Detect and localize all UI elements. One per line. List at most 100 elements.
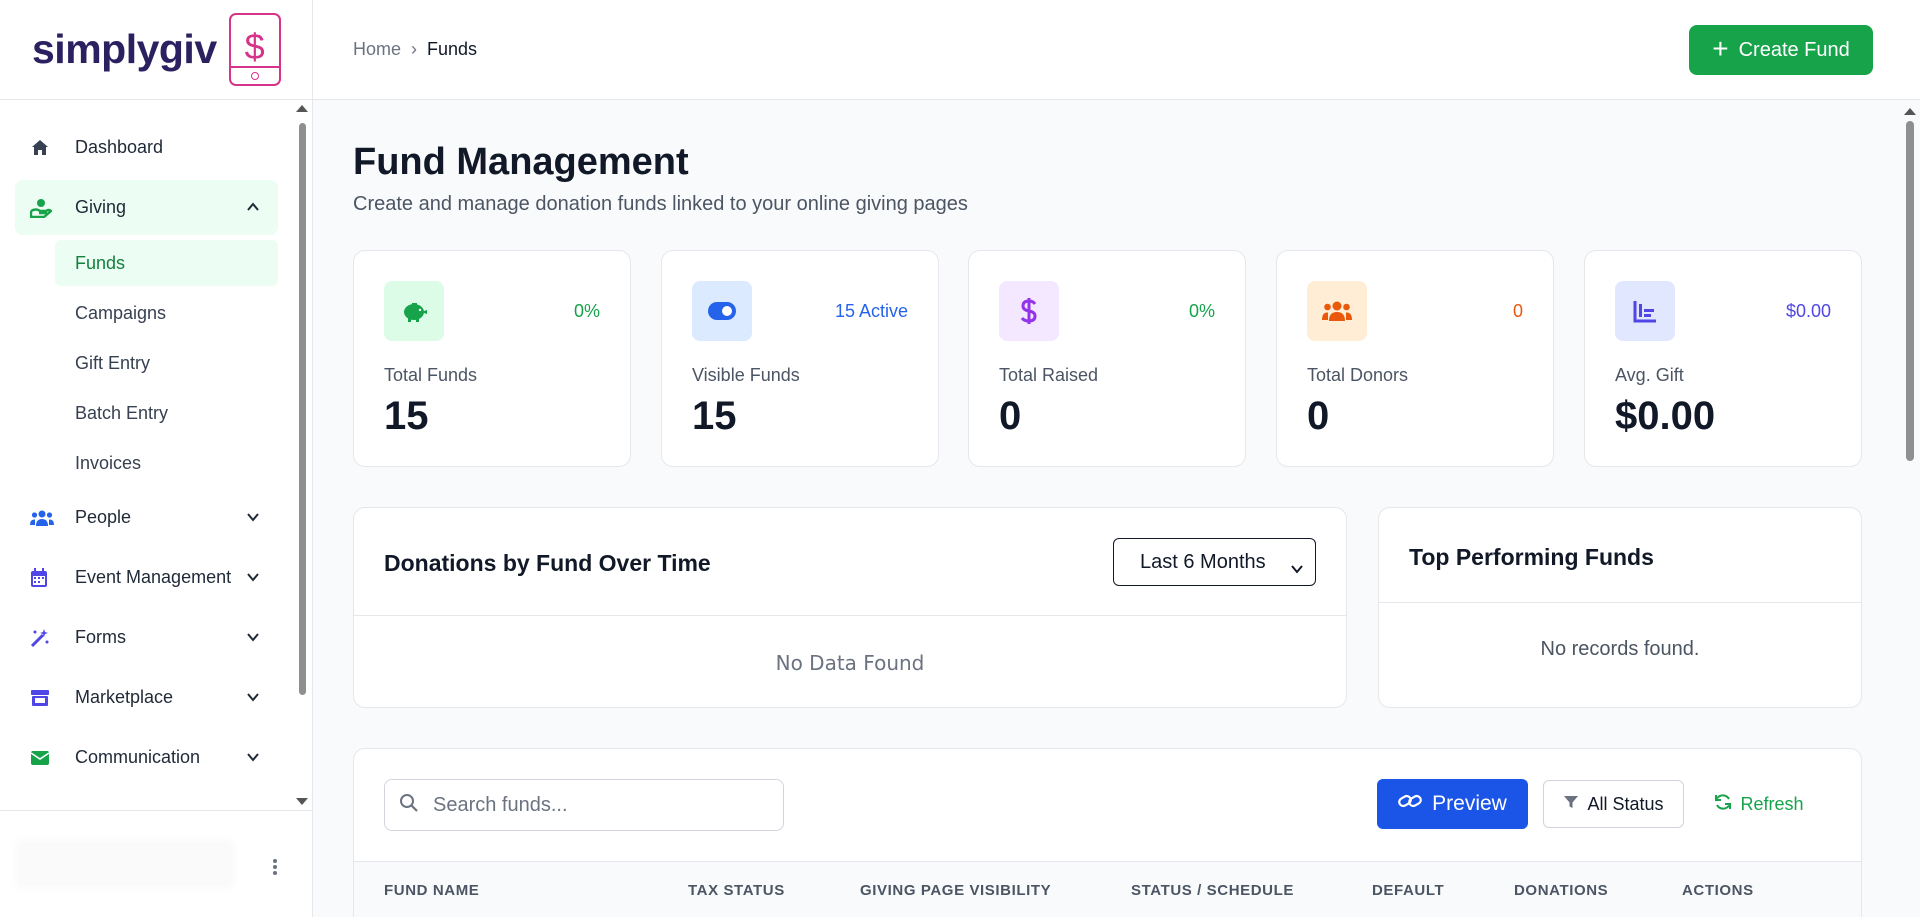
search-icon <box>399 793 419 818</box>
status-filter-button[interactable]: All Status <box>1543 780 1684 828</box>
home-icon <box>30 138 60 158</box>
donations-chart-title: Donations by Fund Over Time <box>384 550 711 576</box>
create-fund-button[interactable]: + Create Fund <box>1689 25 1873 75</box>
stat-card-total-donors: 0 Total Donors 0 <box>1276 250 1554 467</box>
funds-table-card: Search funds... Preview All Status Refre… <box>353 748 1862 917</box>
sidebar-item-label: Communication <box>75 747 201 767</box>
sidebar-item-label: Giving <box>75 197 127 217</box>
donations-chart-card: Donations by Fund Over Time Last 6 Month… <box>353 507 1347 708</box>
breadcrumb-current: Funds <box>427 39 478 59</box>
stat-value: 0 <box>999 394 1022 438</box>
sidebar-item-dashboard[interactable]: Dashboard <box>15 120 278 175</box>
stat-badge: 0 <box>1512 301 1523 321</box>
sidebar-item-giving[interactable]: Giving <box>15 180 278 235</box>
sidebar-item-label: Dashboard <box>75 137 164 157</box>
logo[interactable]: simplygiv $ <box>0 0 312 100</box>
filter-icon <box>1563 794 1579 815</box>
users-icon <box>1307 281 1367 341</box>
stat-badge: 0% <box>1188 301 1215 321</box>
store-icon <box>30 688 60 708</box>
stat-card-avg-gift: $0.00 Avg. Gift $0.00 <box>1584 250 1862 467</box>
top-funds-empty: No records found. <box>1540 638 1700 660</box>
period-select-value: Last 6 Months <box>1140 550 1266 573</box>
phone-logo-icon: $ <box>228 13 281 86</box>
sidebar-item-forms[interactable]: Forms <box>15 610 278 665</box>
donations-chart-empty: No Data Found <box>775 651 925 675</box>
main-content: Fund Management Create and manage donati… <box>313 101 1920 917</box>
scrollbar-thumb[interactable] <box>299 123 306 695</box>
chevron-up-icon <box>246 200 260 219</box>
sidebar-item-communication[interactable]: Communication <box>15 730 278 785</box>
scroll-up-icon[interactable] <box>296 105 308 112</box>
period-select[interactable]: Last 6 Months <box>1113 538 1316 586</box>
scrollbar-thumb[interactable] <box>1906 121 1914 461</box>
stat-label: Avg. Gift <box>1615 365 1684 385</box>
user-panel[interactable] <box>0 810 313 917</box>
sidebar-item-event-management[interactable]: Event Management <box>15 550 278 605</box>
breadcrumb: Home › Funds <box>353 39 477 60</box>
plus-icon: + <box>1712 32 1729 64</box>
column-status-schedule[interactable]: STATUS / SCHEDULE <box>1131 882 1294 899</box>
refresh-button[interactable]: Refresh <box>1704 780 1814 828</box>
refresh-label: Refresh <box>1740 793 1804 814</box>
column-donations[interactable]: DONATIONS <box>1514 882 1608 899</box>
column-actions[interactable]: ACTIONS <box>1682 882 1754 899</box>
chevron-down-icon <box>246 570 260 589</box>
sidebar-subitem-funds[interactable]: Funds <box>55 240 278 286</box>
scroll-up-icon[interactable] <box>1904 108 1916 115</box>
users-icon <box>30 509 60 527</box>
phone-logo-glyph: $ <box>244 25 265 67</box>
chevron-down-icon <box>246 690 260 709</box>
stat-badge: 0% <box>573 301 600 321</box>
sidebar-subitem-invoices[interactable]: Invoices <box>55 440 278 486</box>
stat-value: 15 <box>692 394 737 438</box>
top-funds-card: Top Performing Funds No records found. <box>1378 507 1862 708</box>
scroll-down-icon[interactable] <box>296 798 308 805</box>
refresh-icon <box>1714 793 1732 816</box>
stat-label: Total Donors <box>1307 365 1409 385</box>
breadcrumb-home[interactable]: Home <box>353 39 401 60</box>
stat-card-total-raised: 0% Total Raised 0 <box>968 250 1246 467</box>
chevron-down-icon <box>1291 557 1303 580</box>
top-funds-title: Top Performing Funds <box>1409 544 1654 570</box>
column-tax-status[interactable]: TAX STATUS <box>688 882 785 899</box>
toggle-icon <box>692 281 752 341</box>
stat-label: Total Funds <box>384 365 478 385</box>
search-placeholder: Search funds... <box>433 793 568 816</box>
sidebar-subitem-campaigns[interactable]: Campaigns <box>55 290 278 336</box>
breadcrumb-separator: › <box>411 39 418 59</box>
stat-value: 0 <box>1307 394 1330 438</box>
more-vertical-icon[interactable] <box>270 857 280 877</box>
magic-wand-icon <box>30 628 60 648</box>
user-info <box>15 839 235 889</box>
sidebar-item-people[interactable]: People <box>15 490 278 545</box>
column-default[interactable]: DEFAULT <box>1372 882 1444 899</box>
page-title: Fund Management <box>353 141 689 183</box>
envelope-icon <box>30 750 60 766</box>
column-giving-page-visibility[interactable]: GIVING PAGE VISIBILITY <box>860 882 1051 899</box>
sidebar-item-marketplace[interactable]: Marketplace <box>15 670 278 725</box>
sidebar-subitem-gift-entry[interactable]: Gift Entry <box>55 340 278 386</box>
stat-card-visible-funds: 15 Active Visible Funds 15 <box>661 250 939 467</box>
stat-card-total-funds: 0% Total Funds 15 <box>353 250 631 467</box>
search-input[interactable]: Search funds... <box>384 779 784 831</box>
stat-value: 15 <box>384 394 429 438</box>
piggy-bank-icon <box>384 281 444 341</box>
column-fund-name[interactable]: FUND NAME <box>384 882 479 899</box>
sidebar-subitem-batch-entry[interactable]: Batch Entry <box>55 390 278 436</box>
chevron-down-icon <box>246 630 260 649</box>
preview-button[interactable]: Preview <box>1377 779 1528 829</box>
hand-giving-icon <box>30 198 60 218</box>
sidebar-item-label: People <box>75 507 132 527</box>
preview-label: Preview <box>1432 792 1507 815</box>
sidebar-item-label: Marketplace <box>75 687 174 707</box>
create-fund-label: Create Fund <box>1738 38 1850 61</box>
link-icon <box>1398 792 1422 816</box>
main-scrollbar[interactable] <box>1900 101 1920 917</box>
dollar-icon <box>999 281 1059 341</box>
sidebar-item-label: Forms <box>75 627 126 647</box>
stat-value: $0.00 <box>1615 394 1716 438</box>
sidebar-item-label: Event Management <box>75 567 232 587</box>
sidebar-scrollbar[interactable] <box>295 105 309 805</box>
bar-chart-icon <box>1615 281 1675 341</box>
